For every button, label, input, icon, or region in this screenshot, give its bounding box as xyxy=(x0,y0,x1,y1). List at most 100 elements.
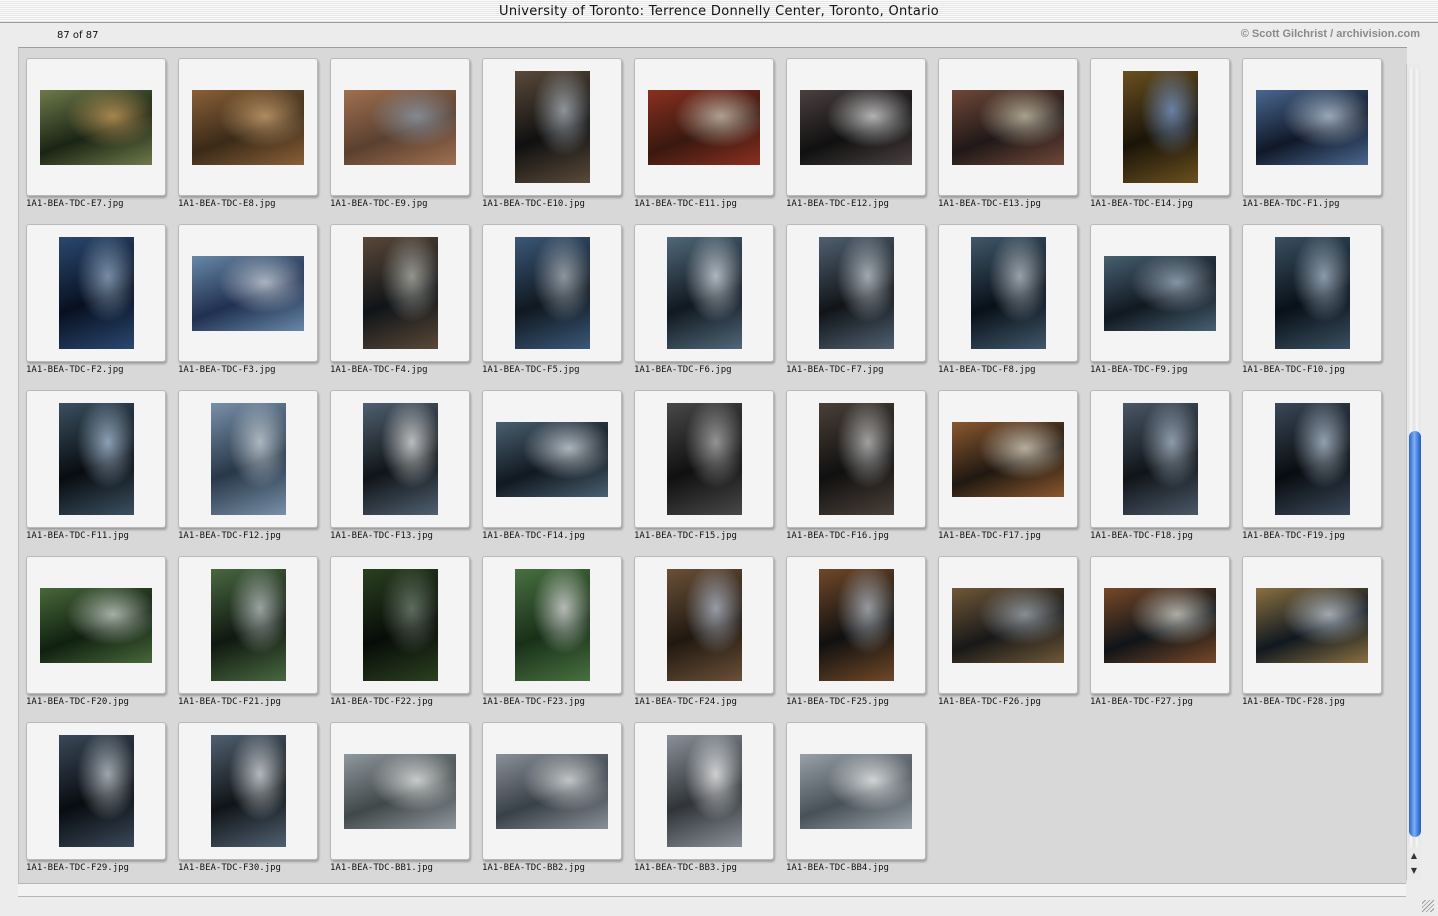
thumbnail-item[interactable]: 1A1-BEA-TDC-F11.jpg xyxy=(19,380,171,546)
thumbnail-image[interactable] xyxy=(667,237,742,349)
thumbnail-item[interactable]: 1A1-BEA-TDC-F26.jpg xyxy=(931,546,1083,712)
thumbnail-image[interactable] xyxy=(800,90,912,165)
thumbnail-image[interactable] xyxy=(667,569,742,681)
slide-frame[interactable] xyxy=(1242,224,1382,362)
thumbnail-image[interactable] xyxy=(363,237,438,349)
slide-frame[interactable] xyxy=(330,556,470,694)
slide-frame[interactable] xyxy=(1090,390,1230,528)
thumbnail-image[interactable] xyxy=(1104,256,1216,331)
slide-frame[interactable] xyxy=(26,390,166,528)
slide-frame[interactable] xyxy=(482,58,622,196)
slide-frame[interactable] xyxy=(786,390,926,528)
slide-frame[interactable] xyxy=(634,224,774,362)
thumbnail-item[interactable]: 1A1-BEA-TDC-E8.jpg xyxy=(171,48,323,214)
thumbnail-item[interactable]: 1A1-BEA-TDC-F1.jpg xyxy=(1235,48,1387,214)
thumbnail-image[interactable] xyxy=(1256,588,1368,663)
slide-frame[interactable] xyxy=(178,722,318,860)
thumbnail-image[interactable] xyxy=(1256,90,1368,165)
thumbnail-image[interactable] xyxy=(496,422,608,497)
slide-frame[interactable] xyxy=(634,556,774,694)
thumbnail-item[interactable]: 1A1-BEA-TDC-F9.jpg xyxy=(1083,214,1235,380)
thumbnail-item[interactable]: 1A1-BEA-TDC-F12.jpg xyxy=(171,380,323,546)
slide-frame[interactable] xyxy=(482,224,622,362)
thumbnail-item[interactable]: 1A1-BEA-TDC-F5.jpg xyxy=(475,214,627,380)
thumbnail-image[interactable] xyxy=(648,90,760,165)
slide-frame[interactable] xyxy=(1090,224,1230,362)
thumbnail-image[interactable] xyxy=(1275,403,1350,515)
thumbnail-image[interactable] xyxy=(667,403,742,515)
slide-frame[interactable] xyxy=(786,722,926,860)
thumbnail-image[interactable] xyxy=(1275,237,1350,349)
vertical-scrollbar[interactable]: ▲ ▼ xyxy=(1406,64,1421,880)
thumbnail-item[interactable]: 1A1-BEA-TDC-F30.jpg xyxy=(171,712,323,878)
scroll-up-arrow-icon[interactable]: ▲ xyxy=(1409,850,1419,862)
thumbnail-image[interactable] xyxy=(192,256,304,331)
thumbnail-image[interactable] xyxy=(515,569,590,681)
thumbnail-image[interactable] xyxy=(515,237,590,349)
slide-frame[interactable] xyxy=(178,58,318,196)
thumbnail-item[interactable]: 1A1-BEA-TDC-F20.jpg xyxy=(19,546,171,712)
slide-frame[interactable] xyxy=(26,58,166,196)
thumbnail-item[interactable]: 1A1-BEA-TDC-F22.jpg xyxy=(323,546,475,712)
thumbnail-item[interactable]: 1A1-BEA-TDC-F28.jpg xyxy=(1235,546,1387,712)
scrollbar-thumb[interactable] xyxy=(1409,431,1421,837)
thumbnail-item[interactable]: 1A1-BEA-TDC-F17.jpg xyxy=(931,380,1083,546)
thumbnail-image[interactable] xyxy=(496,754,608,829)
thumbnail-image[interactable] xyxy=(819,569,894,681)
thumbnail-item[interactable]: 1A1-BEA-TDC-F3.jpg xyxy=(171,214,323,380)
thumbnail-item[interactable]: 1A1-BEA-TDC-E14.jpg xyxy=(1083,48,1235,214)
thumbnail-image[interactable] xyxy=(211,403,286,515)
thumbnail-image[interactable] xyxy=(59,735,134,847)
thumbnail-item[interactable]: 1A1-BEA-TDC-E13.jpg xyxy=(931,48,1083,214)
slide-frame[interactable] xyxy=(1090,556,1230,694)
scrollbar-track[interactable] xyxy=(1408,68,1421,848)
thumbnail-item[interactable]: 1A1-BEA-TDC-F6.jpg xyxy=(627,214,779,380)
thumbnail-item[interactable]: 1A1-BEA-TDC-F25.jpg xyxy=(779,546,931,712)
thumbnail-item[interactable]: 1A1-BEA-TDC-BB3.jpg xyxy=(627,712,779,878)
slide-frame[interactable] xyxy=(330,58,470,196)
thumbnail-item[interactable]: 1A1-BEA-TDC-F14.jpg xyxy=(475,380,627,546)
thumbnail-item[interactable]: 1A1-BEA-TDC-F2.jpg xyxy=(19,214,171,380)
slide-frame[interactable] xyxy=(482,556,622,694)
slide-frame[interactable] xyxy=(26,224,166,362)
thumbnail-item[interactable]: 1A1-BEA-TDC-F18.jpg xyxy=(1083,380,1235,546)
slide-frame[interactable] xyxy=(786,224,926,362)
thumbnail-item[interactable]: 1A1-BEA-TDC-BB4.jpg xyxy=(779,712,931,878)
slide-frame[interactable] xyxy=(634,58,774,196)
thumbnail-image[interactable] xyxy=(952,588,1064,663)
thumbnail-item[interactable]: 1A1-BEA-TDC-BB2.jpg xyxy=(475,712,627,878)
thumbnail-item[interactable]: 1A1-BEA-TDC-F16.jpg xyxy=(779,380,931,546)
thumbnail-image[interactable] xyxy=(819,237,894,349)
slide-frame[interactable] xyxy=(1242,556,1382,694)
thumbnail-image[interactable] xyxy=(59,237,134,349)
thumbnail-item[interactable]: 1A1-BEA-TDC-F29.jpg xyxy=(19,712,171,878)
thumbnail-image[interactable] xyxy=(515,71,590,183)
thumbnail-image[interactable] xyxy=(40,90,152,165)
slide-frame[interactable] xyxy=(330,390,470,528)
slide-frame[interactable] xyxy=(938,224,1078,362)
thumbnail-item[interactable]: 1A1-BEA-TDC-F19.jpg xyxy=(1235,380,1387,546)
thumbnail-item[interactable]: 1A1-BEA-TDC-BB1.jpg xyxy=(323,712,475,878)
thumbnail-image[interactable] xyxy=(59,403,134,515)
thumbnail-image[interactable] xyxy=(363,569,438,681)
thumbnail-item[interactable]: 1A1-BEA-TDC-E12.jpg xyxy=(779,48,931,214)
thumbnail-item[interactable]: 1A1-BEA-TDC-E7.jpg xyxy=(19,48,171,214)
thumbnail-item[interactable]: 1A1-BEA-TDC-E10.jpg xyxy=(475,48,627,214)
slide-frame[interactable] xyxy=(178,556,318,694)
slide-frame[interactable] xyxy=(1242,390,1382,528)
thumbnail-image[interactable] xyxy=(800,754,912,829)
thumbnail-item[interactable]: 1A1-BEA-TDC-F21.jpg xyxy=(171,546,323,712)
slide-frame[interactable] xyxy=(330,722,470,860)
thumbnail-image[interactable] xyxy=(1104,588,1216,663)
slide-frame[interactable] xyxy=(938,556,1078,694)
slide-frame[interactable] xyxy=(178,390,318,528)
slide-frame[interactable] xyxy=(482,722,622,860)
thumbnail-item[interactable]: 1A1-BEA-TDC-F24.jpg xyxy=(627,546,779,712)
slide-frame[interactable] xyxy=(178,224,318,362)
thumbnail-item[interactable]: 1A1-BEA-TDC-F13.jpg xyxy=(323,380,475,546)
thumbnail-item[interactable]: 1A1-BEA-TDC-F27.jpg xyxy=(1083,546,1235,712)
thumbnail-image[interactable] xyxy=(952,422,1064,497)
thumbnail-image[interactable] xyxy=(40,588,152,663)
thumbnail-image[interactable] xyxy=(211,735,286,847)
thumbnail-item[interactable]: 1A1-BEA-TDC-F23.jpg xyxy=(475,546,627,712)
